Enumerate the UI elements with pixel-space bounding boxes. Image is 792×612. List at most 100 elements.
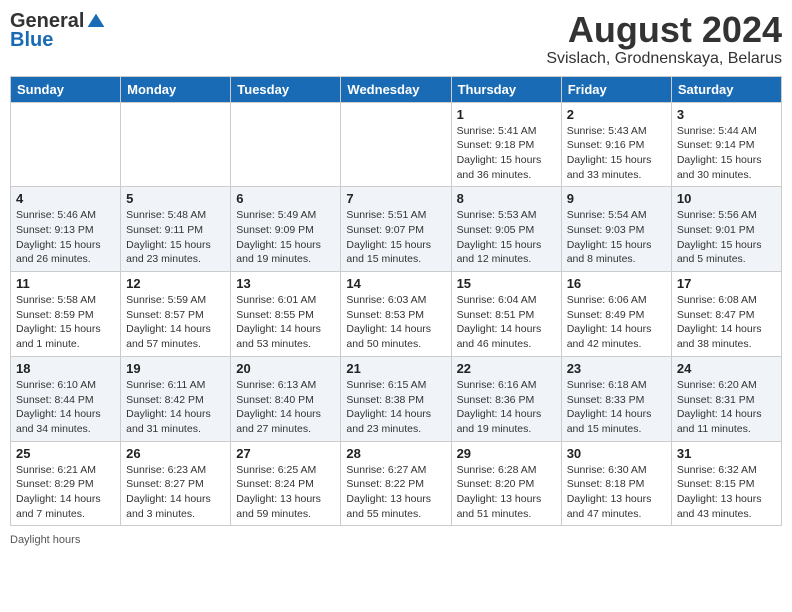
logo: General Blue [10, 10, 106, 52]
calendar-cell: 13Sunrise: 6:01 AMSunset: 8:55 PMDayligh… [231, 272, 341, 357]
day-number: 20 [236, 361, 335, 376]
title-block: August 2024 Svislach, Grodnenskaya, Bela… [546, 10, 782, 68]
calendar-cell: 25 Sunrise: 6:21 AMSunset: 8:29 PMDayligh… [11, 441, 121, 526]
day-number: 5 [126, 191, 225, 206]
day-number: 28 [346, 446, 445, 461]
calendar-cell [121, 102, 231, 187]
daylight-label: Daylight hours [10, 534, 80, 546]
day-number: 10 [677, 191, 776, 206]
day-detail: Sunrise: 5:51 AMSunset: 9:07 PMDaylight:… [346, 208, 445, 267]
day-detail: Sunrise: 6:28 AMSunset: 8:20 PMDaylight:… [457, 463, 556, 522]
day-number: 19 [126, 361, 225, 376]
day-number: 21 [346, 361, 445, 376]
day-number: 9 [567, 191, 666, 206]
day-number: 4 [16, 191, 115, 206]
calendar-table: SundayMondayTuesdayWednesdayThursdayFrid… [10, 76, 782, 527]
day-detail: Sunrise: 6:20 AMSunset: 8:31 PMDaylight:… [677, 378, 776, 437]
day-detail: Sunrise: 6:16 AMSunset: 8:36 PMDaylight:… [457, 378, 556, 437]
calendar-cell: 9 Sunrise: 5:54 AMSunset: 9:03 PMDaylight… [561, 187, 671, 272]
day-detail: Sunrise: 6:10 AMSunset: 8:44 PMDaylight:… [16, 378, 115, 437]
day-detail: Sunrise: 5:49 AMSunset: 9:09 PMDaylight:… [236, 208, 335, 267]
column-header-tuesday: Tuesday [231, 76, 341, 102]
calendar-cell: 28Sunrise: 6:27 AMSunset: 8:22 PMDayligh… [341, 441, 451, 526]
column-header-wednesday: Wednesday [341, 76, 451, 102]
day-detail: Sunrise: 5:56 AMSunset: 9:01 PMDaylight:… [677, 208, 776, 267]
calendar-cell: 29 Sunrise: 6:28 AMSunset: 8:20 PMDayligh… [451, 441, 561, 526]
day-detail: Sunrise: 5:43 AMSunset: 9:16 PMDaylight:… [567, 124, 666, 183]
day-number: 1 [457, 107, 556, 122]
day-detail: Sunrise: 6:21 AMSunset: 8:29 PMDaylight:… [16, 463, 115, 522]
day-detail: Sunrise: 5:59 AMSunset: 8:57 PMDaylight:… [126, 293, 225, 352]
day-detail: Sunrise: 5:54 AMSunset: 9:03 PMDaylight:… [567, 208, 666, 267]
calendar-cell: 5 Sunrise: 5:48 AMSunset: 9:11 PMDaylight… [121, 187, 231, 272]
day-detail: Sunrise: 5:53 AMSunset: 9:05 PMDaylight:… [457, 208, 556, 267]
calendar-header-row: SundayMondayTuesdayWednesdayThursdayFrid… [11, 76, 782, 102]
calendar-cell [11, 102, 121, 187]
day-detail: Sunrise: 5:44 AMSunset: 9:14 PMDaylight:… [677, 124, 776, 183]
day-number: 7 [346, 191, 445, 206]
day-number: 6 [236, 191, 335, 206]
day-detail: Sunrise: 6:15 AMSunset: 8:38 PMDaylight:… [346, 378, 445, 437]
calendar-week-row: 18 Sunrise: 6:10 AMSunset: 8:44 PMDayligh… [11, 356, 782, 441]
calendar-cell: 24Sunrise: 6:20 AMSunset: 8:31 PMDayligh… [671, 356, 781, 441]
month-title: August 2024 [546, 10, 782, 50]
calendar-cell: 12 Sunrise: 5:59 AMSunset: 8:57 PMDayligh… [121, 272, 231, 357]
day-detail: Sunrise: 6:06 AMSunset: 8:49 PMDaylight:… [567, 293, 666, 352]
calendar-cell: 14Sunrise: 6:03 AMSunset: 8:53 PMDayligh… [341, 272, 451, 357]
day-number: 18 [16, 361, 115, 376]
calendar-cell: 8Sunrise: 5:53 AMSunset: 9:05 PMDaylight… [451, 187, 561, 272]
calendar-cell: 16 Sunrise: 6:06 AMSunset: 8:49 PMDayligh… [561, 272, 671, 357]
day-number: 13 [236, 276, 335, 291]
day-number: 23 [567, 361, 666, 376]
day-detail: Sunrise: 5:58 AMSunset: 8:59 PMDaylight:… [16, 293, 115, 352]
calendar-cell: 22 Sunrise: 6:16 AMSunset: 8:36 PMDayligh… [451, 356, 561, 441]
day-number: 27 [236, 446, 335, 461]
calendar-cell: 3 Sunrise: 5:44 AMSunset: 9:14 PMDaylight… [671, 102, 781, 187]
calendar-cell: 2 Sunrise: 5:43 AMSunset: 9:16 PMDaylight… [561, 102, 671, 187]
day-detail: Sunrise: 6:23 AMSunset: 8:27 PMDaylight:… [126, 463, 225, 522]
logo-blue: Blue [10, 29, 53, 52]
calendar-footer: Daylight hours [10, 534, 782, 546]
day-number: 26 [126, 446, 225, 461]
day-number: 22 [457, 361, 556, 376]
calendar-cell: 23Sunrise: 6:18 AMSunset: 8:33 PMDayligh… [561, 356, 671, 441]
calendar-cell [341, 102, 451, 187]
calendar-cell [231, 102, 341, 187]
page-header: General Blue August 2024 Svislach, Grodn… [10, 10, 782, 68]
calendar-cell: 10 Sunrise: 5:56 AMSunset: 9:01 PMDayligh… [671, 187, 781, 272]
calendar-week-row: 1 Sunrise: 5:41 AMSunset: 9:18 PMDaylight… [11, 102, 782, 187]
calendar-cell: 1 Sunrise: 5:41 AMSunset: 9:18 PMDaylight… [451, 102, 561, 187]
calendar-cell: 27 Sunrise: 6:25 AMSunset: 8:24 PMDayligh… [231, 441, 341, 526]
day-number: 2 [567, 107, 666, 122]
calendar-cell: 20Sunrise: 6:13 AMSunset: 8:40 PMDayligh… [231, 356, 341, 441]
day-number: 12 [126, 276, 225, 291]
day-number: 31 [677, 446, 776, 461]
calendar-cell: 19 Sunrise: 6:11 AMSunset: 8:42 PMDayligh… [121, 356, 231, 441]
day-detail: Sunrise: 6:03 AMSunset: 8:53 PMDaylight:… [346, 293, 445, 352]
calendar-cell: 7 Sunrise: 5:51 AMSunset: 9:07 PMDaylight… [341, 187, 451, 272]
day-number: 25 [16, 446, 115, 461]
day-detail: Sunrise: 6:25 AMSunset: 8:24 PMDaylight:… [236, 463, 335, 522]
calendar-week-row: 25 Sunrise: 6:21 AMSunset: 8:29 PMDayligh… [11, 441, 782, 526]
calendar-cell: 6 Sunrise: 5:49 AMSunset: 9:09 PMDaylight… [231, 187, 341, 272]
day-number: 15 [457, 276, 556, 291]
column-header-friday: Friday [561, 76, 671, 102]
day-number: 30 [567, 446, 666, 461]
calendar-cell: 17Sunrise: 6:08 AMSunset: 8:47 PMDayligh… [671, 272, 781, 357]
column-header-saturday: Saturday [671, 76, 781, 102]
column-header-sunday: Sunday [11, 76, 121, 102]
day-number: 16 [567, 276, 666, 291]
column-header-monday: Monday [121, 76, 231, 102]
day-detail: Sunrise: 5:48 AMSunset: 9:11 PMDaylight:… [126, 208, 225, 267]
day-detail: Sunrise: 6:11 AMSunset: 8:42 PMDaylight:… [126, 378, 225, 437]
day-detail: Sunrise: 6:08 AMSunset: 8:47 PMDaylight:… [677, 293, 776, 352]
calendar-week-row: 4Sunrise: 5:46 AMSunset: 9:13 PMDaylight… [11, 187, 782, 272]
calendar-cell: 4Sunrise: 5:46 AMSunset: 9:13 PMDaylight… [11, 187, 121, 272]
calendar-cell: 11Sunrise: 5:58 AMSunset: 8:59 PMDayligh… [11, 272, 121, 357]
calendar-cell: 30Sunrise: 6:30 AMSunset: 8:18 PMDayligh… [561, 441, 671, 526]
calendar-cell: 26 Sunrise: 6:23 AMSunset: 8:27 PMDayligh… [121, 441, 231, 526]
calendar-cell: 18 Sunrise: 6:10 AMSunset: 8:44 PMDayligh… [11, 356, 121, 441]
day-number: 29 [457, 446, 556, 461]
day-number: 3 [677, 107, 776, 122]
day-detail: Sunrise: 5:41 AMSunset: 9:18 PMDaylight:… [457, 124, 556, 183]
